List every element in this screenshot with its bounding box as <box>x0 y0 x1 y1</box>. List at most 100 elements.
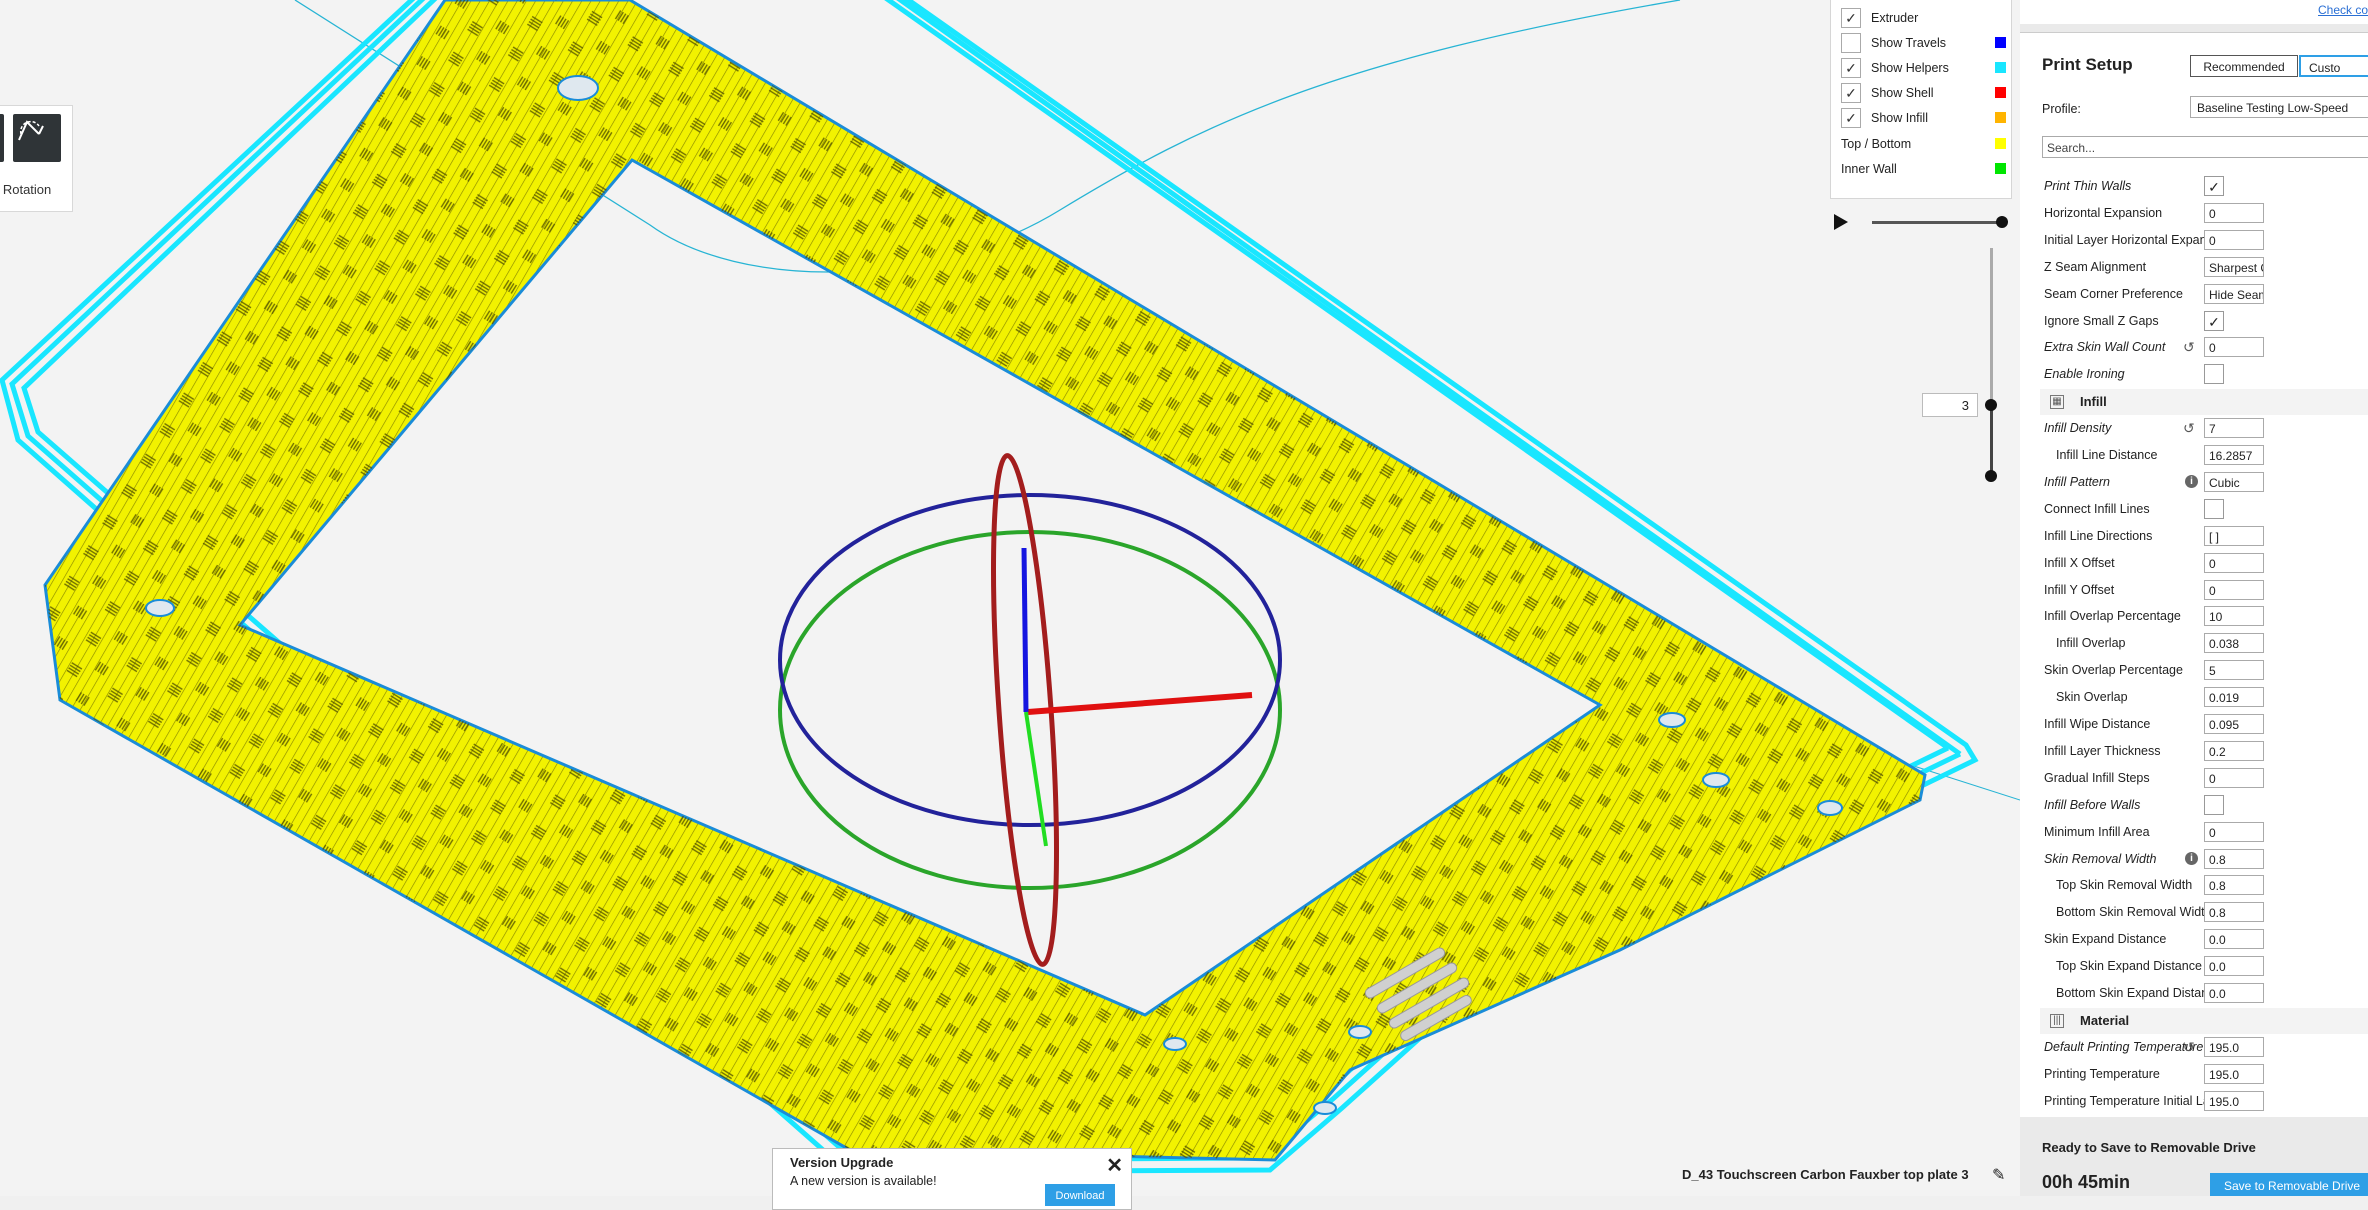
setting-value-input[interactable]: 0.0 <box>2204 983 2264 1003</box>
setting-value-input[interactable]: 0 <box>2204 579 2264 600</box>
info-icon[interactable]: i <box>2185 851 2198 865</box>
setting-checkbox[interactable]: ✓ <box>2204 176 2224 196</box>
setting-value-input[interactable]: 0.038 <box>2204 633 2264 654</box>
setting-value-input[interactable]: 10 <box>2204 606 2264 627</box>
setting-value-input[interactable]: 0.2 <box>2204 740 2264 761</box>
setting-value-input[interactable]: 16.2857 <box>2204 445 2264 465</box>
setting-value-input[interactable]: 5 <box>2204 660 2264 681</box>
legend-item[interactable]: ✓ Show Helpers <box>1841 58 2006 78</box>
setting-label: Skin Removal Width <box>2044 851 2157 866</box>
setting-checkbox[interactable] <box>2204 364 2224 385</box>
setting-value-input[interactable]: 0 <box>2204 202 2264 223</box>
settings-list: Print Thin Walls ✓ Horizontal Expansion 0 In… <box>2020 173 2368 1113</box>
play-icon[interactable] <box>1834 214 1848 230</box>
setting-value-input[interactable]: Cubic <box>2204 471 2264 492</box>
reset-icon[interactable]: ↺ <box>2183 339 2195 356</box>
legend-label: Top / Bottom <box>1841 137 1912 151</box>
setting-checkbox[interactable] <box>2204 794 2224 815</box>
setting-value-input[interactable]: 0.0 <box>2204 956 2264 977</box>
setting-label: Enable Ironing <box>2044 367 2125 382</box>
setting-label: Default Printing Temperature <box>2044 1039 2204 1054</box>
setting-label: Skin Overlap Percentage <box>2044 663 2183 678</box>
download-button[interactable]: Download <box>1045 1184 1115 1206</box>
setting-value-input[interactable]: [ ] <box>2204 525 2264 546</box>
setting-value-input[interactable]: 195.0 <box>2204 1036 2264 1057</box>
reset-icon[interactable]: ↺ <box>2183 1039 2195 1056</box>
setting-row: Infill Pattern i Cubic <box>2020 469 2368 496</box>
settings-search-input[interactable]: Search... <box>2042 136 2368 158</box>
setting-row: Skin Expand Distance 0.0 <box>2020 926 2368 953</box>
setting-value-input[interactable]: 0.8 <box>2204 902 2264 923</box>
setting-value-input[interactable]: Hide Seam <box>2204 283 2264 304</box>
setting-value-input[interactable]: 7 <box>2204 418 2264 439</box>
layer-slider-lower-handle[interactable] <box>1985 470 1997 482</box>
path-slider-handle[interactable] <box>1996 216 2008 228</box>
snap-rotation-button[interactable] <box>13 114 61 162</box>
close-icon[interactable]: ✕ <box>1106 1153 1123 1178</box>
setting-value-input[interactable]: 0 <box>2204 229 2264 250</box>
layer-slider-upper-handle[interactable] <box>1985 399 1997 411</box>
setting-value-input[interactable]: 195.0 <box>2204 1063 2264 1084</box>
setting-value-input[interactable]: 0 <box>2204 552 2264 573</box>
setting-value-input[interactable]: 0 <box>2204 821 2264 842</box>
legend-label: Show Infill <box>1871 111 1928 125</box>
setting-row: Printing Temperature 195.0 <box>2020 1061 2368 1088</box>
setting-row: Top Skin Removal Width 0.8 <box>2020 872 2368 899</box>
setting-label: Print Thin Walls <box>2044 179 2132 193</box>
legend-item[interactable]: Show Travels <box>1841 33 2006 53</box>
setting-row: Bottom Skin Removal Width 0.8 <box>2020 899 2368 926</box>
setting-value-input[interactable]: 195.0 <box>2204 1090 2264 1111</box>
legend-checkbox[interactable] <box>1841 33 1861 53</box>
setting-row: Print Thin Walls ✓ <box>2020 173 2368 200</box>
layer-number-input[interactable]: 3 <box>1922 393 1978 417</box>
setting-value-input[interactable]: 0.8 <box>2204 848 2264 869</box>
legend-checkbox[interactable]: ✓ <box>1841 83 1861 103</box>
tab-custom[interactable]: Custo <box>2299 55 2368 77</box>
setting-row: Ignore Small Z Gaps ✓ <box>2020 308 2368 335</box>
category-material[interactable]: ||| Material <box>2040 1007 2368 1034</box>
setting-checkbox[interactable]: ✓ <box>2204 310 2224 331</box>
setting-value-input[interactable]: 0.095 <box>2204 714 2264 734</box>
path-slider-track[interactable] <box>1872 221 2004 224</box>
setting-row: Initial Layer Horizontal Expansion 0 <box>2020 227 2368 254</box>
legend-checkbox[interactable]: ✓ <box>1841 108 1861 128</box>
edit-pencil-icon[interactable]: ✎ <box>1992 1165 2005 1185</box>
save-to-drive-button[interactable]: Save to Removable Drive <box>2210 1173 2368 1196</box>
profile-select[interactable]: Baseline Testing Low-Speed <box>2190 96 2368 118</box>
setting-row: Infill Line Directions [ ] <box>2020 523 2368 550</box>
legend-color-swatch <box>1995 87 2006 98</box>
setting-label: Infill Pattern <box>2044 474 2111 489</box>
legend-item[interactable]: ✓ Show Infill <box>1841 108 2006 128</box>
setting-value-input[interactable]: 0 <box>2204 337 2264 358</box>
layer-view-viewport[interactable]: p Rotation <box>0 0 2020 1196</box>
setting-row: Infill Layer Thickness 0.2 <box>2020 738 2368 765</box>
info-icon[interactable]: i <box>2185 474 2198 488</box>
legend-checkbox[interactable]: ✓ <box>1841 58 1861 78</box>
top-strip: Check co <box>2020 0 2368 24</box>
setting-label: Horizontal Expansion <box>2044 205 2163 220</box>
category-infill[interactable]: ▦ Infill <box>2040 389 2368 416</box>
setting-value-input[interactable]: 0.0 <box>2204 929 2264 950</box>
check-compatibility-link[interactable]: Check co <box>2318 3 2368 17</box>
legend-checkbox[interactable]: ✓ <box>1841 8 1861 28</box>
reset-icon[interactable]: ↺ <box>2183 420 2195 437</box>
lay-flat-button[interactable] <box>0 114 4 162</box>
setting-value-input[interactable]: 0.8 <box>2204 875 2264 896</box>
setting-row: Infill Line Distance 16.2857 <box>2020 442 2368 469</box>
setting-row: Bottom Skin Expand Distance 0.0 <box>2020 980 2368 1007</box>
setting-row: Infill Density ↺ 7 <box>2020 415 2368 442</box>
setting-label: Infill Wipe Distance <box>2044 717 2151 731</box>
setting-label: Infill Line Distance <box>2056 448 2158 462</box>
legend-color-swatch <box>1995 37 2006 48</box>
setting-row: Infill Overlap Percentage 10 <box>2020 603 2368 630</box>
legend-item[interactable]: ✓ Show Shell <box>1841 83 2006 103</box>
setting-value-input[interactable]: 0 <box>2204 767 2264 788</box>
legend-item[interactable]: ✓ Extruder <box>1841 8 2006 28</box>
setting-value-input[interactable]: Sharpest C <box>2204 256 2264 277</box>
setting-value-input[interactable]: 0.019 <box>2204 687 2264 708</box>
setting-checkbox[interactable] <box>2204 498 2224 519</box>
tab-recommended[interactable]: Recommended <box>2190 55 2298 77</box>
legend-label: Extruder <box>1871 11 1919 25</box>
category-title: Infill <box>2080 394 2107 410</box>
print-setup-title: Print Setup <box>2042 55 2133 74</box>
